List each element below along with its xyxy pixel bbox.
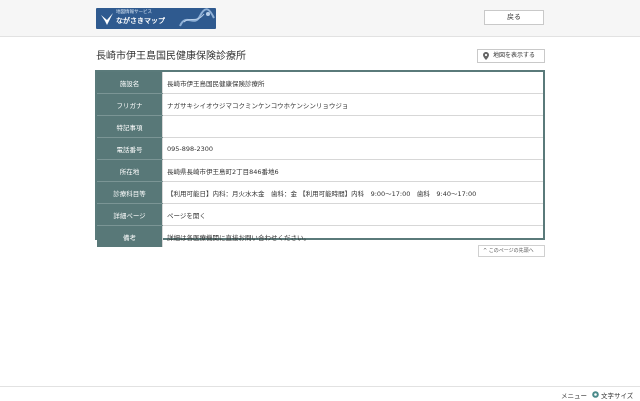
row-label: フリガナ	[97, 93, 163, 116]
row-value: 長崎市伊王島国民健康保険診療所	[162, 72, 543, 94]
row-value: 【利用可能日】内科：月火水木金 歯科：金 【利用可能時間】内科 9:00〜17:…	[162, 181, 543, 204]
table-row: 詳細ページ ページを開く	[97, 203, 543, 226]
table-row: 施設名 長崎市伊王島国民健康保険診療所	[97, 72, 543, 94]
detail-page-link[interactable]: ページを開く	[162, 203, 543, 226]
page-top-button[interactable]: ^ このページの先頭へ	[478, 245, 545, 257]
table-row: 備考 詳細は各医療機関に直接お問い合わせください。	[97, 225, 543, 247]
page-title: 長崎市伊王島国民健康保険診療所	[96, 51, 246, 62]
text-size-icon	[592, 391, 599, 398]
logo-title: ながさきマップ	[116, 17, 165, 25]
site-logo[interactable]: 地図情報サービス ながさきマップ	[96, 8, 216, 29]
site-header: 地図情報サービス ながさきマップ 戻る	[0, 0, 640, 37]
row-label: 所在地	[97, 159, 163, 182]
text-size-label: 文字サイズ	[601, 392, 634, 400]
map-pin-icon	[483, 52, 489, 60]
row-value	[162, 115, 543, 138]
row-label: 特記事項	[97, 115, 163, 138]
table-row: 特記事項	[97, 115, 543, 138]
menu-link[interactable]: メニュー	[561, 390, 587, 400]
row-label: 施設名	[97, 72, 163, 94]
row-label: 詳細ページ	[97, 203, 163, 226]
row-value: ナガサキシイオウジマコクミンケンコウホケンシンリョウジョ	[162, 93, 543, 116]
row-label: 備考	[97, 225, 163, 247]
page-top-label: このページの先頭へ	[488, 248, 534, 254]
row-value: 095-898-2300	[162, 137, 543, 160]
row-label: 電話番号	[97, 137, 163, 160]
logo-subtitle: 地図情報サービス	[116, 10, 152, 15]
facility-details-table: 施設名 長崎市伊王島国民健康保険診療所 フリガナ ナガサキシイオウジマコクミンケ…	[95, 70, 545, 247]
bird-icon	[101, 13, 113, 25]
show-map-button[interactable]: 地図を表示する	[477, 49, 545, 63]
site-footer: メニュー 文字サイズ	[0, 386, 640, 401]
table-row: フリガナ ナガサキシイオウジマコクミンケンコウホケンシンリョウジョ	[97, 93, 543, 116]
table-row: 電話番号 095-898-2300	[97, 137, 543, 160]
table-row: 所在地 長崎県長崎市伊王島町2丁目846番地6	[97, 159, 543, 182]
row-label: 診療科目等	[97, 181, 163, 204]
row-value: 長崎県長崎市伊王島町2丁目846番地6	[162, 159, 543, 182]
show-map-label: 地図を表示する	[493, 52, 536, 59]
table-row: 診療科目等 【利用可能日】内科：月火水木金 歯科：金 【利用可能時間】内科 9:…	[97, 181, 543, 204]
back-button[interactable]: 戻る	[484, 10, 544, 25]
dragon-decoration-icon	[179, 8, 215, 27]
row-value: 詳細は各医療機関に直接お問い合わせください。	[167, 233, 310, 242]
